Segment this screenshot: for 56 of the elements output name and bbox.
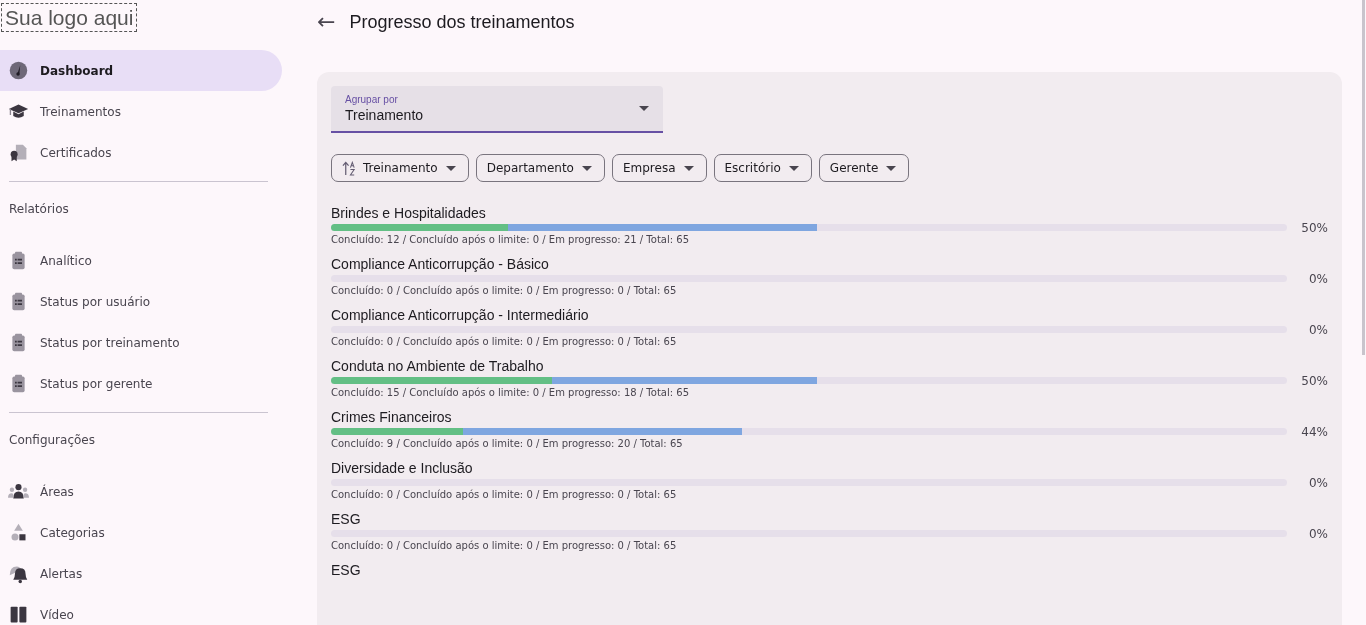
scrollbar[interactable] bbox=[1362, 0, 1365, 355]
training-name: Brindes e Hospitalidades bbox=[331, 205, 487, 222]
training-name: ESG bbox=[331, 511, 362, 528]
training-name: Conduta no Ambiente de Trabalho bbox=[331, 358, 545, 375]
gauge-icon bbox=[8, 60, 29, 81]
training-name: Compliance Anticorrupção - Básico bbox=[331, 256, 550, 273]
percent-value: 44% bbox=[1301, 424, 1328, 439]
training-stats: Concluído: 0 / Concluído após o limite: 0 / Em progresso: 0 / Total: 65 bbox=[331, 335, 678, 348]
training-stats: Concluído: 15 / Concluído após o limite: 0 / Em progresso: 18 / Total: 65 bbox=[331, 386, 690, 399]
training-name: Crimes Financeiros bbox=[331, 409, 453, 426]
training-stats: Concluído: 0 / Concluído após o limite: 0 / Em progresso: 0 / Total: 65 bbox=[331, 488, 678, 501]
percent-value: 0% bbox=[1308, 322, 1328, 337]
percent-value: 50% bbox=[1301, 220, 1328, 235]
field-label: Agrupar por bbox=[345, 94, 399, 105]
sidebar-item[interactable]: Alertas bbox=[0, 553, 282, 594]
sidebar-item[interactable]: Status por treinamento bbox=[0, 322, 282, 363]
field-value: Treinamento bbox=[345, 107, 424, 123]
training-name: Diversidade e Inclusão bbox=[331, 460, 474, 477]
people-icon bbox=[8, 481, 29, 502]
filter-chip[interactable]: Empresa bbox=[611, 154, 707, 182]
training-stats: Concluído: 0 / Concluído após o limite: 0 / Em progresso: 0 / Total: 65 bbox=[331, 539, 678, 552]
training-name: Compliance Anticorrupção - Intermediário bbox=[331, 307, 590, 324]
sidebar-item[interactable]: Categorias bbox=[0, 512, 282, 553]
caret-icon bbox=[683, 165, 694, 171]
percent-value: 0% bbox=[1308, 271, 1328, 286]
caret-icon bbox=[639, 106, 649, 111]
sidebar-item[interactable]: Dashboard bbox=[0, 50, 282, 91]
page-title: Progresso dos treinamentos bbox=[349, 12, 575, 33]
group-by-select[interactable]: Agrupar por Treinamento bbox=[331, 86, 663, 133]
training-stats: Concluído: 9 / Concluído após o limite: 0 / Em progresso: 20 / Total: 65 bbox=[331, 437, 684, 450]
filter-chip[interactable]: Departamento bbox=[475, 154, 605, 182]
sidebar-item[interactable]: Treinamentos bbox=[0, 91, 282, 132]
caret-icon bbox=[886, 165, 897, 171]
training-stats: Concluído: 12 / Concluído após o limite: 0 / Em progresso: 21 / Total: 65 bbox=[331, 233, 690, 246]
filter-chip[interactable]: Gerente bbox=[818, 154, 910, 182]
percent-value: 50% bbox=[1301, 373, 1328, 388]
caret-icon bbox=[445, 165, 456, 171]
filter-chip[interactable]: Escritório bbox=[713, 154, 812, 182]
filter-chip[interactable]: Treinamento bbox=[331, 154, 469, 182]
percent-value: 0% bbox=[1308, 526, 1328, 541]
training-name: ESG bbox=[331, 562, 362, 579]
sidebar-item[interactable]: Status por gerente bbox=[0, 363, 282, 404]
logo-placeholder-field: Sua logo aqui bbox=[1, 3, 138, 32]
back-button[interactable]: ← bbox=[317, 9, 342, 36]
section-heading: Configurações bbox=[8, 432, 96, 449]
section-heading: Relatórios bbox=[8, 201, 70, 218]
sidebar-item[interactable]: Áreas bbox=[0, 471, 282, 512]
training-stats: Concluído: 0 / Concluído após o limite: 0 / Em progresso: 0 / Total: 65 bbox=[331, 284, 678, 297]
caret-icon bbox=[581, 165, 592, 171]
sidebar-item[interactable]: Analítico bbox=[0, 240, 282, 281]
sidebar-item[interactable]: Status por usuário bbox=[0, 281, 282, 322]
sidebar-item[interactable]: Certificados bbox=[0, 132, 282, 173]
caret-icon bbox=[788, 165, 799, 171]
sidebar-item[interactable]: Vídeo bbox=[0, 594, 282, 625]
percent-value: 0% bbox=[1308, 475, 1328, 490]
certificate-icon bbox=[8, 142, 29, 163]
